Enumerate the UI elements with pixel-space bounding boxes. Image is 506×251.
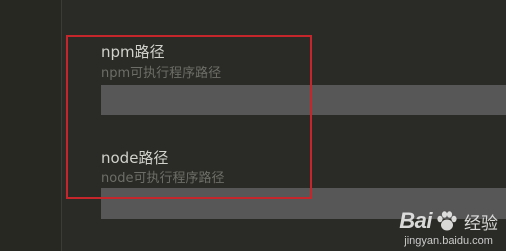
watermark-logo-suffix: 经验 (464, 213, 498, 234)
highlight-box (66, 35, 312, 199)
watermark-logo: Bai 经验 (399, 208, 498, 234)
watermark-logo-prefix: Bai (399, 208, 432, 233)
left-gutter (0, 0, 62, 251)
watermark-url: jingyan.baidu.com (404, 235, 493, 247)
baidu-jingyan-watermark: Bai 经验 jingyan.baidu.com (399, 208, 498, 247)
paw-icon (437, 211, 457, 231)
